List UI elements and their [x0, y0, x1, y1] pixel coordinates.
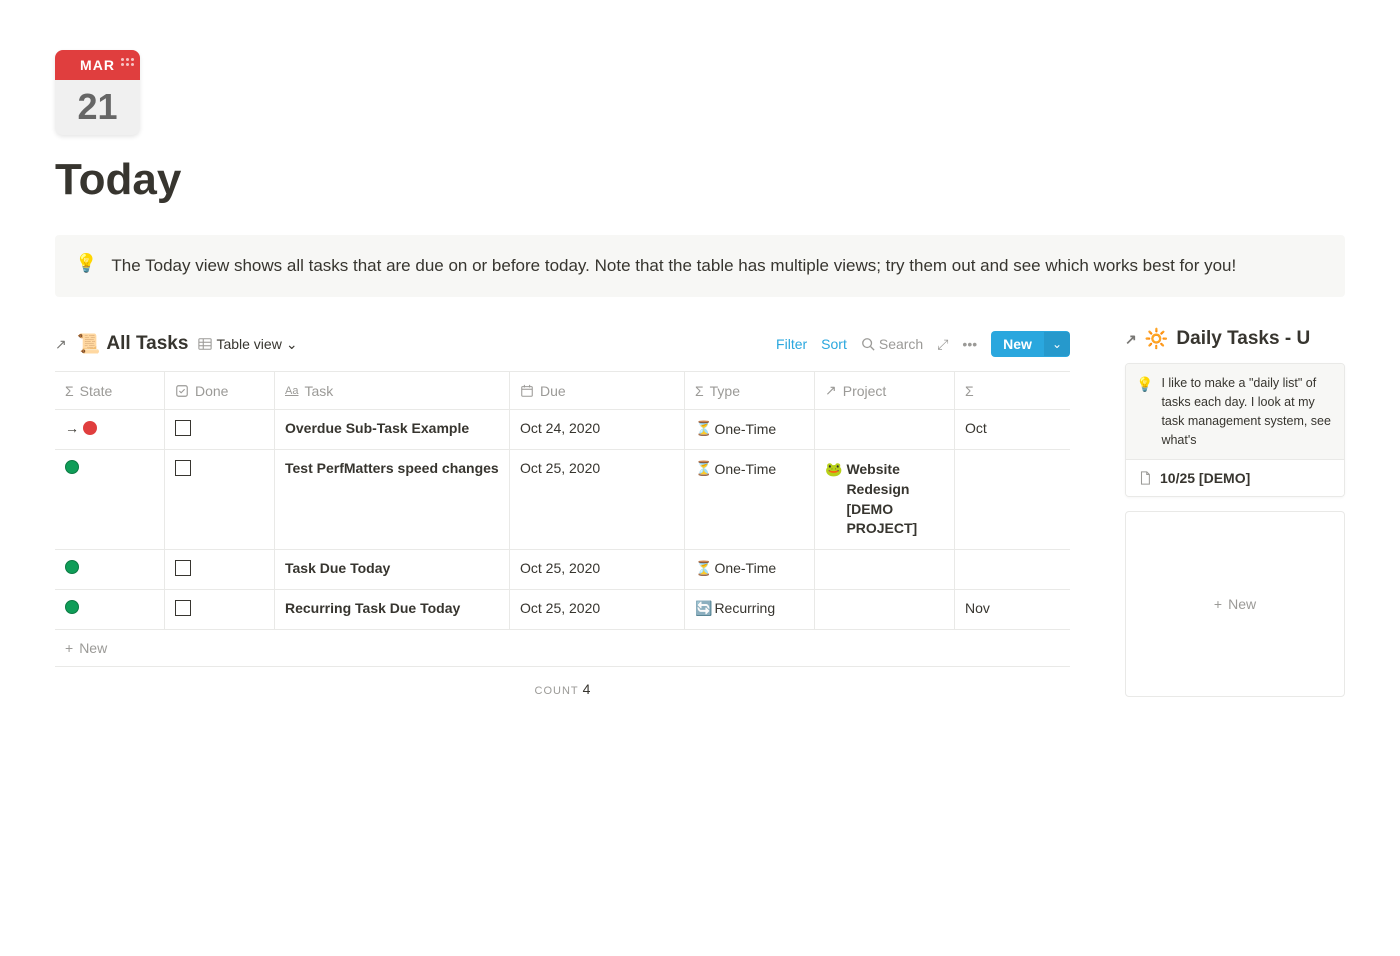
- page-title: Today: [55, 155, 1345, 205]
- done-checkbox[interactable]: [175, 560, 191, 576]
- new-card-button[interactable]: + New: [1125, 511, 1345, 697]
- cell-project: [815, 550, 955, 589]
- type-icon: ⏳: [695, 420, 712, 437]
- tasks-table: ΣState Done AaTask Due ΣType ↗Project Σ …: [55, 371, 1070, 666]
- cell-task[interactable]: Recurring Task Due Today: [275, 590, 510, 629]
- done-checkbox[interactable]: [175, 420, 191, 436]
- card-title[interactable]: 10/25 [DEMO]: [1126, 459, 1344, 496]
- plus-icon: +: [65, 640, 73, 656]
- calendar-day: 21: [55, 80, 140, 135]
- expand-icon[interactable]: ⤢: [937, 336, 948, 353]
- cell-extra: [955, 550, 1000, 589]
- cell-due: Oct 25, 2020: [510, 450, 685, 548]
- type-icon: ⏳: [695, 460, 712, 477]
- cell-done: [165, 410, 275, 449]
- status-dot-icon: [65, 600, 79, 614]
- col-project[interactable]: ↗Project: [815, 372, 955, 409]
- lightbulb-icon: 💡: [75, 253, 97, 279]
- cell-type: 🔄Recurring: [685, 590, 815, 629]
- status-dot-icon: [65, 460, 79, 474]
- daily-task-card[interactable]: 💡 I like to make a "daily list" of tasks…: [1125, 363, 1345, 497]
- table-row[interactable]: Task Due TodayOct 25, 2020⏳One-Time: [55, 550, 1070, 590]
- table-row[interactable]: Recurring Task Due TodayOct 25, 2020🔄Rec…: [55, 590, 1070, 630]
- info-callout: 💡 The Today view shows all tasks that ar…: [55, 235, 1345, 297]
- table-row[interactable]: Test PerfMatters speed changesOct 25, 20…: [55, 450, 1070, 549]
- calendar-icon: [520, 384, 534, 398]
- cell-task[interactable]: Test PerfMatters speed changes: [275, 450, 510, 548]
- relation-icon: ↗: [825, 382, 837, 399]
- cell-project: [815, 410, 955, 449]
- page-icon: [1138, 471, 1152, 485]
- table-row[interactable]: → Overdue Sub-Task ExampleOct 24, 2020⏳On…: [55, 410, 1070, 450]
- scroll-icon: 📜: [77, 332, 101, 356]
- page-icon[interactable]: MAR 21: [55, 50, 140, 135]
- cell-due: Oct 25, 2020: [510, 550, 685, 589]
- lightbulb-icon: 💡: [1136, 374, 1153, 449]
- status-dot-icon: [83, 421, 97, 435]
- checkbox-icon: [175, 384, 189, 398]
- sigma-icon: Σ: [965, 383, 974, 399]
- count-footer: COUNT4: [55, 667, 1070, 711]
- cell-done: [165, 550, 275, 589]
- database-header: ↗ 📜 All Tasks Table view ⌄ Filter Sort S…: [55, 327, 1070, 361]
- open-as-page-icon[interactable]: ↗: [55, 336, 67, 353]
- cell-state: [55, 450, 165, 548]
- filter-button[interactable]: Filter: [776, 336, 807, 352]
- search-icon: [861, 337, 875, 351]
- view-switcher[interactable]: Table view ⌄: [198, 336, 297, 353]
- col-state[interactable]: ΣState: [55, 372, 165, 409]
- cell-type: ⏳One-Time: [685, 450, 815, 548]
- done-checkbox[interactable]: [175, 460, 191, 476]
- cell-state: [55, 550, 165, 589]
- cell-task[interactable]: Task Due Today: [275, 550, 510, 589]
- chevron-down-icon: ⌄: [286, 336, 298, 353]
- chevron-down-icon[interactable]: ⌄: [1044, 332, 1070, 356]
- search-button[interactable]: Search: [861, 336, 923, 352]
- cell-task[interactable]: Overdue Sub-Task Example: [275, 410, 510, 449]
- open-as-page-icon[interactable]: ↗: [1125, 331, 1137, 348]
- project-icon: 🐸: [825, 460, 842, 480]
- database-title[interactable]: 📜 All Tasks: [77, 332, 189, 356]
- col-done[interactable]: Done: [165, 372, 275, 409]
- new-row-button[interactable]: + New: [55, 630, 1070, 667]
- more-icon[interactable]: •••: [962, 336, 977, 352]
- card-callout: 💡 I like to make a "daily list" of tasks…: [1126, 364, 1344, 459]
- cell-type: ⏳One-Time: [685, 410, 815, 449]
- status-dot-icon: [65, 560, 79, 574]
- table-header-row: ΣState Done AaTask Due ΣType ↗Project Σ: [55, 372, 1070, 410]
- sidebar-database-header[interactable]: ↗ 🔆 Daily Tasks - U: [1125, 327, 1345, 351]
- cell-extra: Oct: [955, 410, 1000, 449]
- new-button[interactable]: New ⌄: [991, 331, 1070, 357]
- col-due[interactable]: Due: [510, 372, 685, 409]
- sigma-icon: Σ: [65, 383, 74, 399]
- col-task[interactable]: AaTask: [275, 372, 510, 409]
- cell-due: Oct 24, 2020: [510, 410, 685, 449]
- cell-done: [165, 590, 275, 629]
- text-icon: Aa: [285, 385, 298, 397]
- table-icon: [198, 337, 212, 351]
- plus-icon: +: [1214, 596, 1222, 612]
- cell-due: Oct 25, 2020: [510, 590, 685, 629]
- callout-text: The Today view shows all tasks that are …: [111, 253, 1236, 279]
- calendar-month: MAR: [80, 57, 115, 73]
- sun-icon: 🔆: [1145, 327, 1169, 351]
- done-checkbox[interactable]: [175, 600, 191, 616]
- col-extra[interactable]: Σ: [955, 372, 1000, 409]
- sigma-icon: Σ: [695, 383, 704, 399]
- col-type[interactable]: ΣType: [685, 372, 815, 409]
- sort-button[interactable]: Sort: [821, 336, 847, 352]
- type-icon: 🔄: [695, 600, 712, 617]
- type-icon: ⏳: [695, 560, 712, 577]
- cell-project[interactable]: 🐸Website Redesign [DEMO PROJECT]: [815, 450, 955, 548]
- cell-type: ⏳One-Time: [685, 550, 815, 589]
- cell-extra: [955, 450, 1000, 548]
- cell-done: [165, 450, 275, 548]
- cell-state: →: [55, 410, 165, 449]
- cell-project: [815, 590, 955, 629]
- cell-extra: Nov: [955, 590, 1000, 629]
- cell-state: [55, 590, 165, 629]
- arrow-right-icon: →: [65, 420, 79, 436]
